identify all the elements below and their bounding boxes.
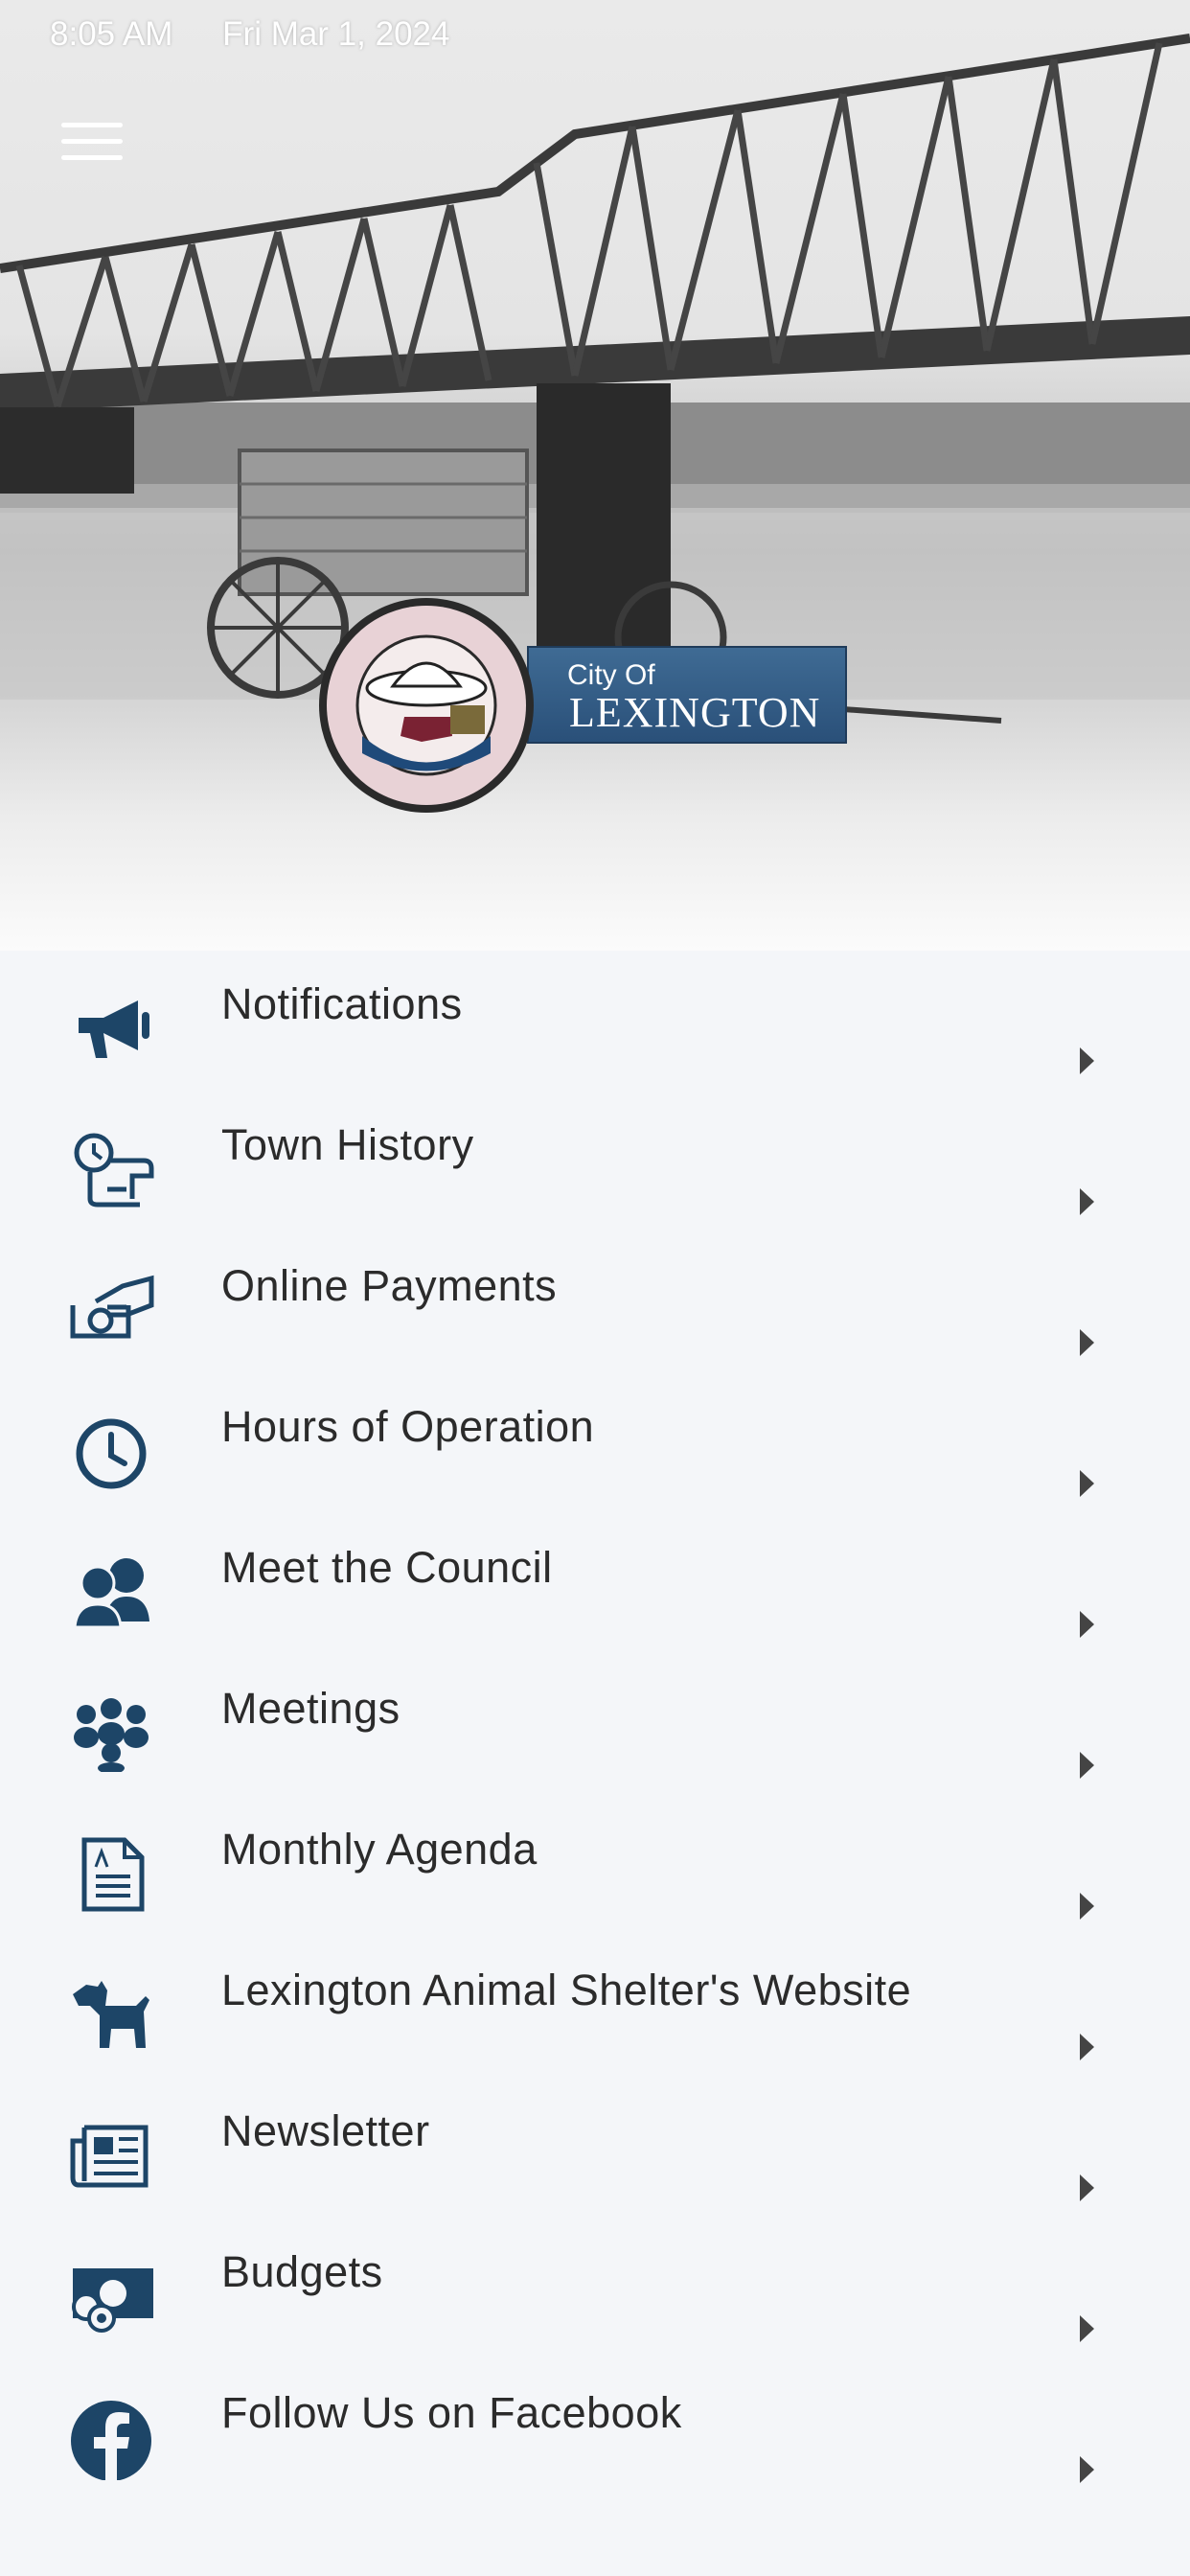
megaphone-icon [79,1000,149,1058]
menu-item-label: Follow Us on Facebook [221,2388,682,2437]
chevron-right-icon [1080,1611,1094,1638]
menu-item-meetings[interactable]: Meetings [0,1663,1190,1804]
status-date: Fri Mar 1, 2024 [222,15,450,53]
menu-item-label: Monthly Agenda [221,1825,538,1874]
menu-item-label: Budgets [221,2247,383,2296]
chevron-right-icon [1080,2315,1094,2342]
hero-banner: 8:05 AM Fri Mar 1, 2024 City Of LEXINGTO… [0,0,1190,951]
logo-banner: City Of LEXINGTON [527,646,847,744]
status-bar: 8:05 AM Fri Mar 1, 2024 [50,15,490,54]
menu-item-animal-shelter[interactable]: Lexington Animal Shelter's Website [0,1944,1190,2085]
money-icon [72,2268,153,2333]
chevron-right-icon [1080,1188,1094,1215]
hamburger-menu-icon[interactable] [61,123,123,169]
menu-item-label: Notifications [221,979,463,1028]
newspaper-icon [70,2125,149,2188]
facebook-icon [71,2401,151,2480]
chevron-right-icon [1080,1047,1094,1074]
group-icon [74,1698,149,1772]
city-logo: City Of LEXINGTON [316,592,872,822]
council-users-icon [73,1558,149,1629]
document-icon [81,1837,145,1912]
menu-item-notifications[interactable]: Notifications [0,958,1190,1099]
menu-item-label: Hours of Operation [221,1402,595,1451]
chevron-right-icon [1080,1752,1094,1779]
status-time: 8:05 AM [50,15,173,53]
menu-item-facebook[interactable]: Follow Us on Facebook [0,2367,1190,2508]
menu-item-newsletter[interactable]: Newsletter [0,2085,1190,2226]
menu-item-label: Newsletter [221,2106,430,2155]
chevron-right-icon [1080,1893,1094,1920]
menu-item-monthly-agenda[interactable]: Monthly Agenda [0,1804,1190,1944]
chevron-right-icon [1080,1470,1094,1497]
scroll-clock-icon [74,1133,154,1208]
city-seal [319,598,534,813]
chevron-right-icon [1080,2034,1094,2060]
dog-icon [73,1981,149,2048]
chevron-right-icon [1080,2456,1094,2483]
clock-icon [76,1418,147,1489]
menu-item-label: Town History [221,1120,474,1169]
menu-item-online-payments[interactable]: Online Payments [0,1240,1190,1381]
menu-item-label: Meetings [221,1684,400,1733]
menu-item-label: Lexington Animal Shelter's Website [221,1966,912,2014]
hand-money-icon [70,1275,154,1339]
logo-banner-big: LEXINGTON [569,689,821,736]
menu-item-label: Meet the Council [221,1543,553,1592]
menu-item-town-history[interactable]: Town History [0,1099,1190,1240]
main-menu: Notifications Town History Online Paymen… [0,958,1190,2508]
menu-item-label: Online Payments [221,1261,558,1310]
menu-item-budgets[interactable]: Budgets [0,2226,1190,2367]
menu-item-hours-of-operation[interactable]: Hours of Operation [0,1381,1190,1522]
logo-banner-small: City Of [567,659,655,691]
chevron-right-icon [1080,1329,1094,1356]
menu-item-meet-the-council[interactable]: Meet the Council [0,1522,1190,1663]
chevron-right-icon [1080,2174,1094,2201]
